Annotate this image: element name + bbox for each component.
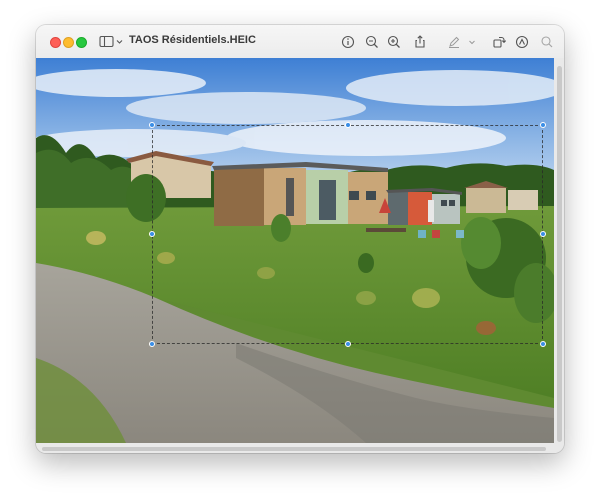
info-button[interactable] [339,33,357,51]
markup-toolbar-button[interactable] [513,33,531,51]
sidebar-toggle-button[interactable] [99,35,125,49]
zoom-out-button[interactable] [363,33,381,51]
zoom-button[interactable] [76,37,87,48]
search-button[interactable] [538,33,556,51]
selection-handle-top[interactable] [345,122,351,128]
preview-window: TAOS Résidentiels.HEIC [36,25,564,453]
vertical-scrollbar[interactable] [557,66,562,442]
share-icon [415,35,425,48]
selection-handle-left[interactable] [149,231,155,237]
markup-toolbar-icon [515,35,529,49]
selection-handle-top-right[interactable] [540,122,546,128]
selection-handle-bottom[interactable] [345,341,351,347]
crop-selection[interactable] [152,125,543,344]
search-icon [541,36,553,48]
selection-handle-top-left[interactable] [149,122,155,128]
horizontal-scrollbar[interactable] [42,447,546,451]
sidebar-toggle-icon [99,35,123,48]
markup-options-chevron[interactable] [467,33,477,51]
rotate-icon [493,36,507,48]
window-title: TAOS Résidentiels.HEIC [129,34,256,46]
share-button[interactable] [411,33,429,51]
selection-handle-bottom-left[interactable] [149,341,155,347]
close-button[interactable] [50,37,61,48]
image-canvas[interactable] [36,58,564,453]
zoom-in-button[interactable] [385,33,403,51]
selection-handle-bottom-right[interactable] [540,341,546,347]
minimize-button[interactable] [63,37,74,48]
markup-pen-icon [449,36,460,48]
selection-handle-right[interactable] [540,231,546,237]
zoom-out-icon [365,35,378,48]
title-bar[interactable]: TAOS Résidentiels.HEIC [36,25,564,59]
chevron-down-icon [469,40,475,45]
rotate-button[interactable] [490,33,508,51]
info-icon [341,35,355,49]
markup-pen-button[interactable] [445,33,463,51]
zoom-in-icon [387,35,400,48]
